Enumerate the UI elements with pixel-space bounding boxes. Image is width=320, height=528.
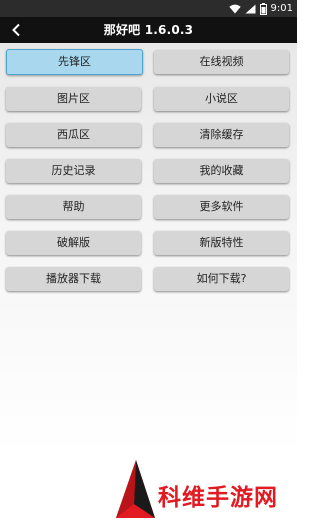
menu-button-pioneer[interactable]: 先锋区 xyxy=(6,49,143,75)
menu-button-watermelon[interactable]: 西瓜区 xyxy=(6,123,141,147)
menu-button-cracked-version[interactable]: 破解版 xyxy=(6,231,141,255)
watermark-text: 科维手游网 xyxy=(158,485,278,511)
watermark-logo-icon xyxy=(116,460,155,518)
menu-button-help[interactable]: 帮助 xyxy=(6,195,141,219)
menu-button-favorites[interactable]: 我的收藏 xyxy=(154,159,289,183)
app-title: 那好吧 1.6.0.3 xyxy=(103,23,194,37)
menu-button-pictures[interactable]: 图片区 xyxy=(6,87,141,111)
menu-button-history[interactable]: 历史记录 xyxy=(6,159,141,183)
status-time: 9:01 xyxy=(270,3,293,14)
app-bar: 那好吧 1.6.0.3 xyxy=(0,17,297,43)
status-icons: 9:01 xyxy=(228,2,293,15)
menu-button-clear-cache[interactable]: 清除缓存 xyxy=(154,123,289,147)
wifi-icon xyxy=(228,4,241,13)
signal-icon xyxy=(245,4,256,13)
status-bar: 9:01 xyxy=(0,0,297,17)
menu-button-online-video[interactable]: 在线视频 xyxy=(154,50,289,74)
menu-button-how-to-download[interactable]: 如何下载? xyxy=(154,267,289,291)
menu-button-player-download[interactable]: 播放器下载 xyxy=(6,267,141,291)
menu-button-novels[interactable]: 小说区 xyxy=(154,87,289,111)
battery-icon xyxy=(259,2,267,15)
menu-button-new-features[interactable]: 新版特性 xyxy=(154,231,289,255)
menu-button-more-apps[interactable]: 更多软件 xyxy=(154,195,289,219)
